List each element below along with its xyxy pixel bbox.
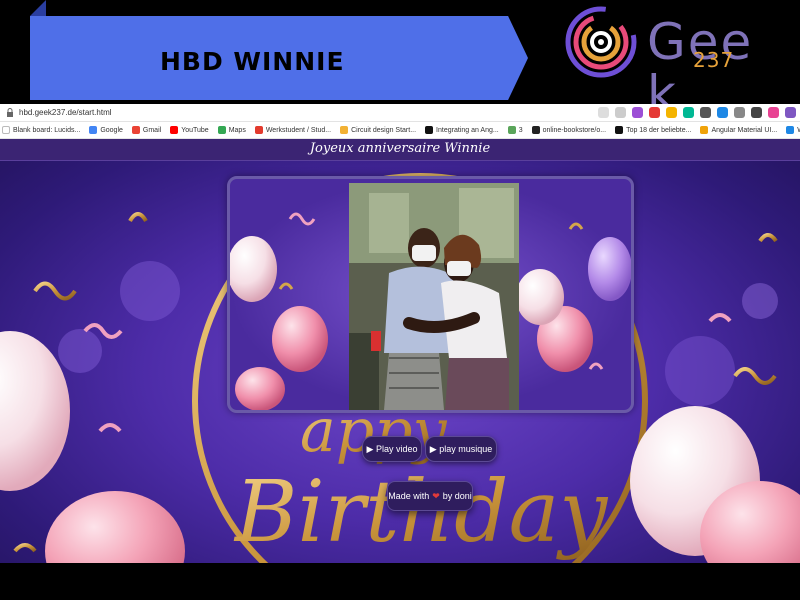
bookmark-item[interactable]: Was bedeutet "Cod... [786, 126, 800, 134]
confetti [128, 212, 148, 223]
bookmark-item[interactable]: Werkstudent / Stud... [254, 126, 332, 134]
made-with-badge: Made with ❤ by doni [387, 481, 473, 511]
bookmark-item[interactable]: YouTube [170, 126, 209, 134]
top18-icon [615, 126, 624, 134]
was-icon [786, 126, 795, 134]
bookmark-label: 3 [518, 126, 523, 134]
balloon [588, 237, 631, 301]
confetti [708, 313, 732, 323]
banner-title: HBD WINNIE [160, 47, 345, 76]
balloon [235, 367, 285, 410]
confetti [278, 282, 294, 290]
bookmark-label: Top 18 der beliebte... [626, 126, 692, 134]
bookmark-label: online-bookstore/o... [542, 126, 607, 134]
balloon [272, 306, 328, 372]
confetti [588, 362, 604, 370]
bookmark-label: Integrating an Ang... [436, 126, 499, 134]
photo-frame [227, 176, 634, 413]
github-icon [531, 126, 540, 134]
address-bar[interactable]: hbd.geek237.de/start.html [0, 104, 800, 122]
extension-icon[interactable] [649, 107, 660, 118]
logo-number: 237 [693, 48, 735, 72]
page-title: Joyeux anniversaire Winnie [309, 141, 491, 156]
bookmark-item[interactable]: Gmail [131, 126, 162, 134]
extension-toolbar [598, 107, 796, 118]
confetti [568, 222, 584, 230]
bookmark-item[interactable]: Circuit design Start... [340, 126, 416, 134]
geek237-logo-mark [565, 6, 637, 78]
bookmark-label: YouTube [181, 126, 209, 134]
circuit-icon [340, 126, 349, 134]
bokeh-circle [742, 283, 778, 319]
gmail-icon [131, 126, 140, 134]
confetti [33, 281, 77, 301]
bookmarks-bar: Blank board: Lucids... Google Gmail YouTube… [0, 122, 800, 139]
banner-fold [30, 0, 46, 16]
maps-icon [217, 126, 226, 134]
bokeh-circle [120, 261, 180, 321]
lock-icon [7, 108, 13, 117]
extension-icon[interactable] [785, 107, 796, 118]
bookmark-label: Google [100, 126, 123, 134]
confetti [733, 367, 777, 385]
made-with-author: by doni [442, 491, 472, 501]
confetti [758, 233, 778, 243]
bookmark-label: Angular Material UI... [711, 126, 778, 134]
bookmark-item[interactable]: Blank board: Lucids... [2, 126, 80, 134]
couple-photo [349, 183, 519, 410]
extension-icon[interactable] [768, 107, 779, 118]
extension-icon[interactable] [632, 107, 643, 118]
bookmark-label: Maps [228, 126, 246, 134]
bookmark-item[interactable]: Integrating an Ang... [425, 126, 499, 134]
bookmark-item[interactable]: Google [89, 126, 123, 134]
bookmark-item[interactable]: online-bookstore/o... [531, 126, 607, 134]
star-icon[interactable] [615, 107, 626, 118]
angular-icon [700, 126, 709, 134]
bookmark-label: Blank board: Lucids... [13, 126, 81, 134]
bookmark-label: Werkstudent / Stud... [265, 126, 332, 134]
confetti [98, 423, 122, 433]
bokeh-circle [665, 336, 735, 406]
bokeh-circle [58, 329, 102, 373]
bookmark-item[interactable]: Top 18 der beliebte... [615, 126, 691, 134]
balloon [45, 491, 185, 563]
play-video-button[interactable]: ▶ Play video [362, 436, 422, 462]
extension-icon[interactable] [700, 107, 711, 118]
youtube-icon [170, 126, 179, 134]
url-text[interactable]: hbd.geek237.de/start.html [19, 108, 112, 117]
birthday-page: Joyeux anniversaire Winnie appy Birthday… [0, 139, 800, 563]
number-icon [507, 126, 516, 134]
page-header: Joyeux anniversaire Winnie [0, 139, 800, 161]
bookmark-item[interactable]: 3 [507, 126, 523, 134]
heart-icon: ❤ [432, 490, 440, 501]
lucid-icon [2, 126, 10, 134]
extension-icon[interactable] [717, 107, 728, 118]
google-icon [89, 126, 98, 134]
bookmark-item[interactable]: Maps [217, 126, 246, 134]
balloon [230, 236, 277, 302]
bookmark-label: Circuit design Start... [351, 126, 417, 134]
video-banner: HBD WINNIE Gee k 237 [0, 0, 800, 120]
made-with-prefix: Made with [388, 491, 430, 501]
extension-icon[interactable] [734, 107, 745, 118]
extension-icon[interactable] [751, 107, 762, 118]
bookmark-item[interactable]: Angular Material UI... [700, 126, 777, 134]
confetti [13, 543, 37, 553]
bookmark-label: Gmail [142, 126, 162, 134]
balloon [516, 269, 564, 325]
extension-icon[interactable] [666, 107, 677, 118]
happy-birthday-lettering: Birthday [233, 463, 608, 562]
share-icon[interactable] [598, 107, 609, 118]
extension-icon[interactable] [683, 107, 694, 118]
medium-icon [425, 126, 434, 134]
geek237-logo: Gee k 237 [563, 4, 793, 120]
confetti [288, 212, 316, 226]
play-music-button[interactable]: ▶ play musique [425, 436, 497, 462]
werkstudent-icon [254, 126, 263, 134]
